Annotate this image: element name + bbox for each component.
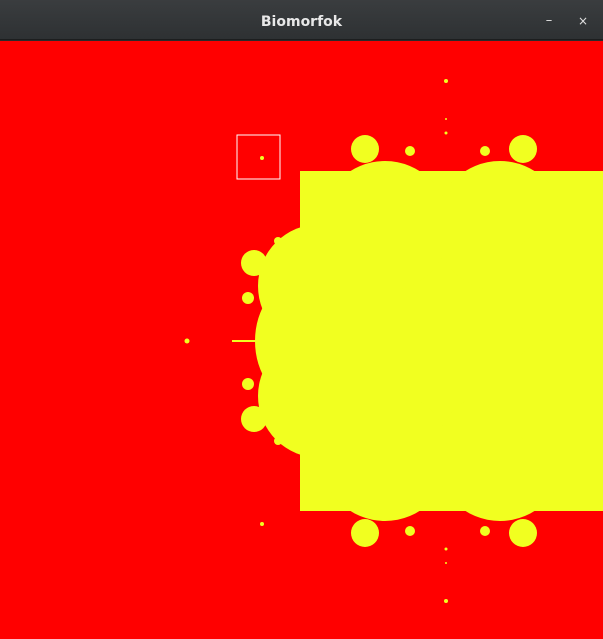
fractal-canvas[interactable]: [0, 41, 603, 639]
window-title: Biomorfok: [260, 14, 343, 30]
close-icon: ×: [577, 14, 589, 28]
close-button[interactable]: ×: [572, 10, 594, 32]
minimize-icon: –: [545, 13, 553, 28]
title-bar[interactable]: Biomorfok – ×: [0, 0, 603, 40]
fractal-image: [0, 41, 603, 639]
minimize-button[interactable]: –: [538, 10, 560, 32]
app-window: Biomorfok – ×: [0, 0, 603, 639]
